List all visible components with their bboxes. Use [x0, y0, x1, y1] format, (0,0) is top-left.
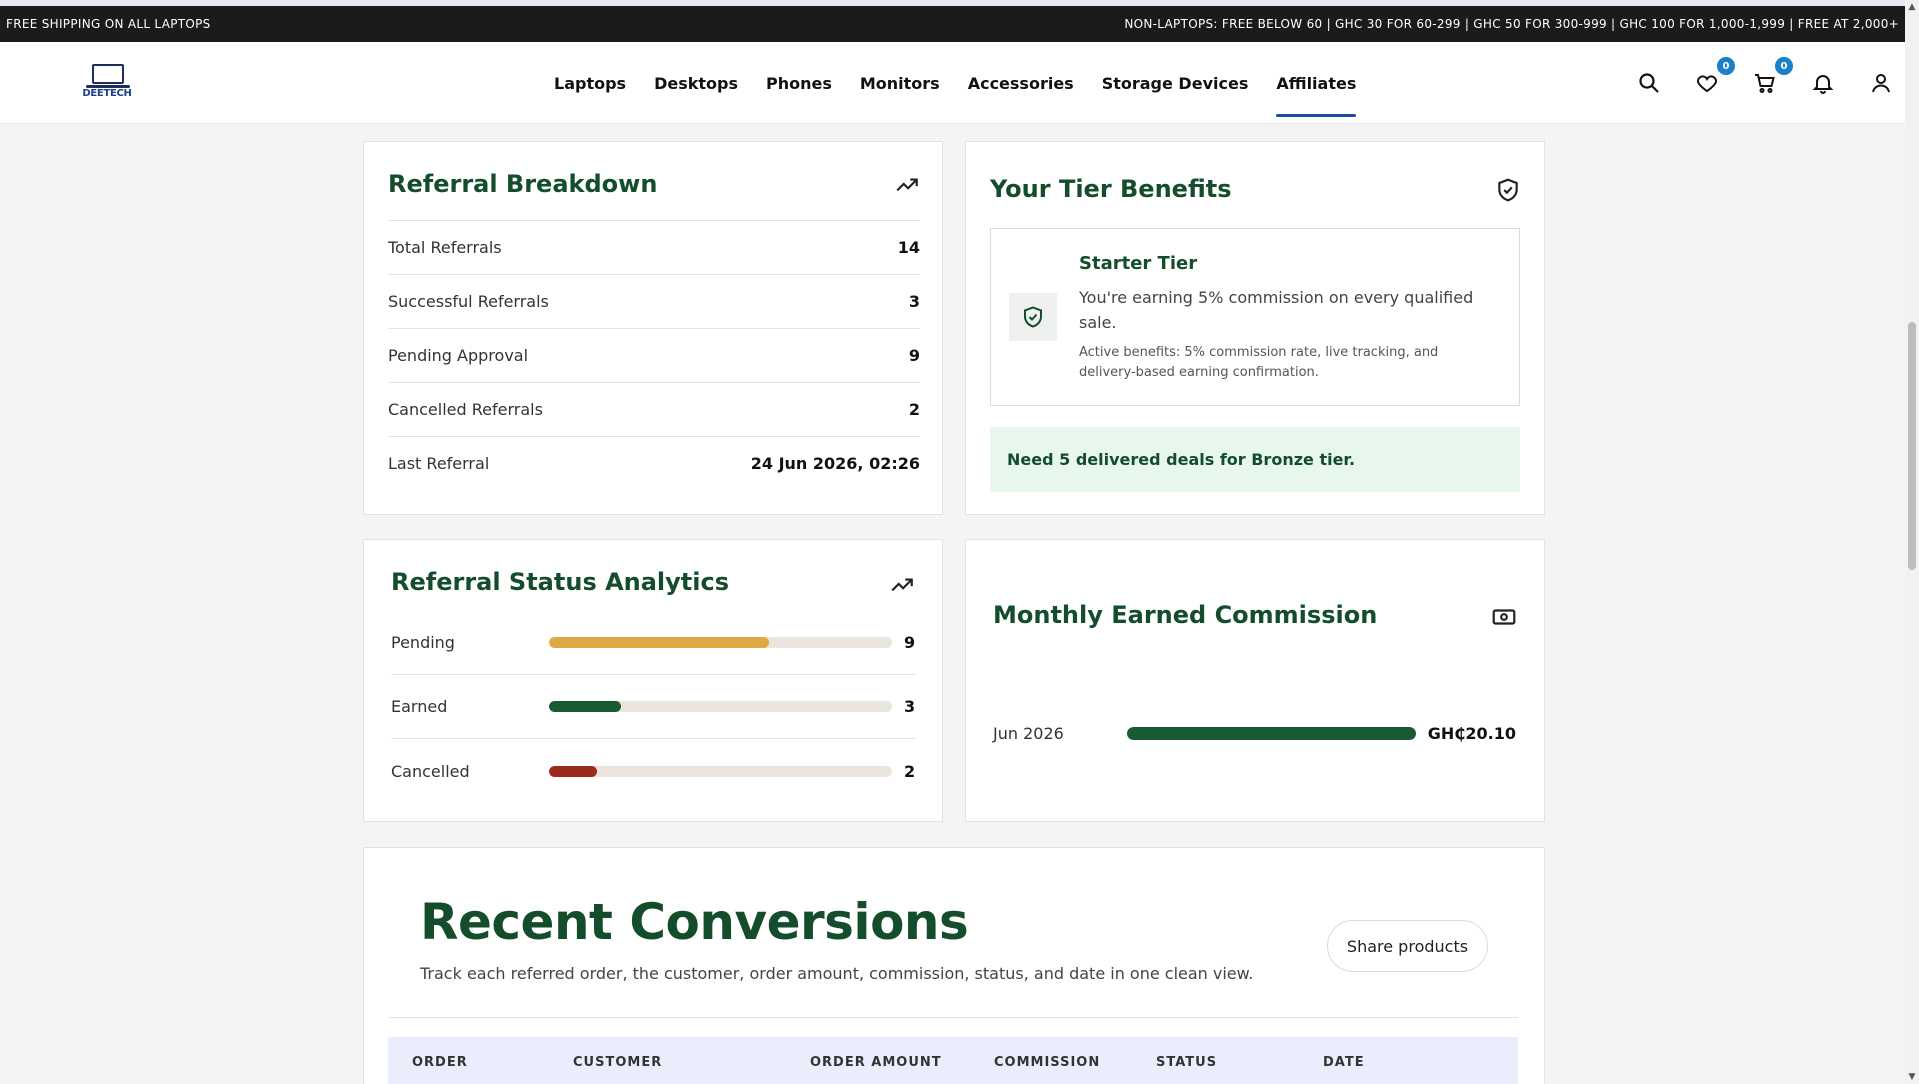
- column-header-commission[interactable]: COMMISSION: [994, 1055, 1100, 1070]
- referral-status-analytics-card: Referral Status Analytics Pending 9 Earn…: [363, 539, 943, 822]
- announcement-left: FREE SHIPPING ON ALL LAPTOPS: [6, 17, 211, 31]
- stat-label: Total Referrals: [388, 238, 502, 257]
- page-scrollbar[interactable]: ▲ ▼: [1905, 0, 1919, 1084]
- tier-name: Starter Tier: [1079, 253, 1198, 274]
- cart-icon[interactable]: 0: [1753, 57, 1793, 95]
- status-label: Cancelled: [391, 761, 470, 781]
- cash-icon: [1491, 604, 1517, 630]
- conversions-table-header: ORDER CUSTOMER ORDER AMOUNT COMMISSION S…: [388, 1037, 1518, 1084]
- stat-row-last-referral: Last Referral 24 Jun 2026, 02:26: [388, 436, 920, 490]
- commission-bar-track: [1126, 727, 1416, 740]
- logo-monitor-shape: [92, 64, 124, 84]
- search-icon[interactable]: [1637, 71, 1661, 95]
- stat-row-cancelled-referrals: Cancelled Referrals 2: [388, 382, 920, 436]
- stat-value: 24 Jun 2026, 02:26: [750, 454, 920, 473]
- status-row-pending: Pending 9: [391, 611, 916, 675]
- status-bar-fill: [549, 637, 769, 648]
- trending-up-icon: [889, 572, 915, 598]
- status-value: 3: [904, 697, 916, 716]
- referral-breakdown-card: Referral Breakdown Total Referrals 14 Suc…: [363, 141, 943, 515]
- main-nav: Laptops Desktops Phones Monitors Accesso…: [554, 42, 1357, 124]
- recent-conversions-card: Recent Conversions Track each referred o…: [363, 847, 1545, 1084]
- stat-value: 2: [908, 400, 920, 419]
- nav-storage-devices[interactable]: Storage Devices: [1102, 42, 1249, 124]
- status-bar-track: [549, 637, 892, 648]
- stat-label: Pending Approval: [388, 346, 529, 365]
- recent-conversions-subtitle: Track each referred order, the customer,…: [420, 964, 1254, 983]
- status-value: 2: [904, 761, 916, 781]
- tier-benefits-card: Your Tier Benefits Starter Tier You're e…: [965, 141, 1545, 515]
- shield-check-icon: [1495, 177, 1521, 203]
- current-tier-box: Starter Tier You're earning 5% commissio…: [990, 228, 1520, 406]
- recent-conversions-title: Recent Conversions: [420, 893, 969, 951]
- wishlist-heart-icon[interactable]: 0: [1695, 57, 1735, 95]
- column-header-order-amount[interactable]: ORDER AMOUNT: [810, 1055, 942, 1070]
- status-label: Earned: [391, 697, 448, 716]
- trending-up-icon: [894, 172, 920, 198]
- status-row-cancelled: Cancelled 2: [391, 739, 916, 803]
- column-header-customer[interactable]: CUSTOMER: [573, 1055, 662, 1070]
- nav-affiliates[interactable]: Affiliates: [1276, 42, 1357, 124]
- status-bars: Pending 9 Earned 3 Cancelled 2: [391, 611, 916, 803]
- share-products-button[interactable]: Share products: [1327, 920, 1488, 972]
- stat-value: 3: [908, 292, 920, 311]
- section-divider: [388, 1017, 1518, 1018]
- site-header: DEETECH Laptops Desktops Phones Monitors…: [0, 42, 1905, 124]
- column-header-status[interactable]: STATUS: [1156, 1055, 1217, 1070]
- commission-bar-fill: [1126, 727, 1416, 740]
- status-label: Pending: [391, 633, 455, 652]
- wishlist-count-badge: 0: [1717, 57, 1735, 75]
- stat-row-total-referrals: Total Referrals 14: [388, 220, 920, 274]
- status-bar-track: [549, 765, 892, 777]
- stat-label: Cancelled Referrals: [388, 400, 543, 419]
- tier-benefits-note: Active benefits: 5% commission rate, liv…: [1079, 345, 1439, 380]
- status-bar-track: [549, 701, 892, 712]
- stat-label: Last Referral: [388, 454, 490, 473]
- site-logo[interactable]: DEETECH: [80, 64, 134, 100]
- announcement-bar: FREE SHIPPING ON ALL LAPTOPS NON-LAPTOPS…: [0, 6, 1905, 42]
- header-actions: 0 0: [1637, 42, 1893, 124]
- bell-icon[interactable]: [1811, 71, 1835, 95]
- column-header-order[interactable]: ORDER: [412, 1055, 468, 1070]
- scroll-up-arrow-icon[interactable]: ▲: [1907, 2, 1917, 12]
- status-value: 9: [904, 633, 916, 652]
- tier-description: You're earning 5% commission on every qu…: [1079, 288, 1474, 332]
- nav-monitors[interactable]: Monitors: [860, 42, 940, 124]
- status-bar-fill: [549, 765, 598, 777]
- cart-count-badge: 0: [1775, 57, 1793, 75]
- commission-month: Jun 2026: [993, 724, 1064, 743]
- nav-phones[interactable]: Phones: [766, 42, 832, 124]
- status-bar-fill: [549, 701, 622, 712]
- monthly-commission-title: Monthly Earned Commission: [993, 601, 1378, 629]
- logo-text: DEETECH: [82, 88, 132, 99]
- nav-desktops[interactable]: Desktops: [654, 42, 738, 124]
- referral-breakdown-list: Total Referrals 14 Successful Referrals 3 …: [388, 220, 920, 490]
- stat-value: 14: [897, 238, 920, 257]
- tier-shield-icon: [1009, 293, 1057, 341]
- scroll-down-arrow-icon[interactable]: ▼: [1907, 1072, 1917, 1082]
- account-user-icon[interactable]: [1869, 71, 1893, 95]
- monthly-commission-card: Monthly Earned Commission Jun 2026 GH₵20…: [965, 539, 1545, 822]
- stat-row-pending-approval: Pending Approval 9: [388, 328, 920, 382]
- stat-row-successful-referrals: Successful Referrals 3: [388, 274, 920, 328]
- status-row-earned: Earned 3: [391, 675, 916, 739]
- nav-accessories[interactable]: Accessories: [968, 42, 1074, 124]
- nav-laptops[interactable]: Laptops: [554, 42, 626, 124]
- tier-benefits-title: Your Tier Benefits: [990, 175, 1232, 203]
- status-analytics-title: Referral Status Analytics: [391, 568, 730, 596]
- column-header-date[interactable]: DATE: [1323, 1055, 1365, 1070]
- commission-amount: GH₵20.10: [1427, 724, 1516, 743]
- scrollbar-thumb[interactable]: [1908, 322, 1916, 570]
- stat-value: 9: [908, 346, 920, 365]
- commission-row-jun-2026: Jun 2026 GH₵20.10: [993, 724, 1516, 743]
- referral-breakdown-title: Referral Breakdown: [388, 170, 658, 198]
- announcement-right: NON-LAPTOPS: FREE BELOW 60 | GHC 30 FOR …: [1124, 17, 1899, 31]
- next-tier-requirement: Need 5 delivered deals for Bronze tier.: [990, 427, 1520, 492]
- stat-label: Successful Referrals: [388, 292, 549, 311]
